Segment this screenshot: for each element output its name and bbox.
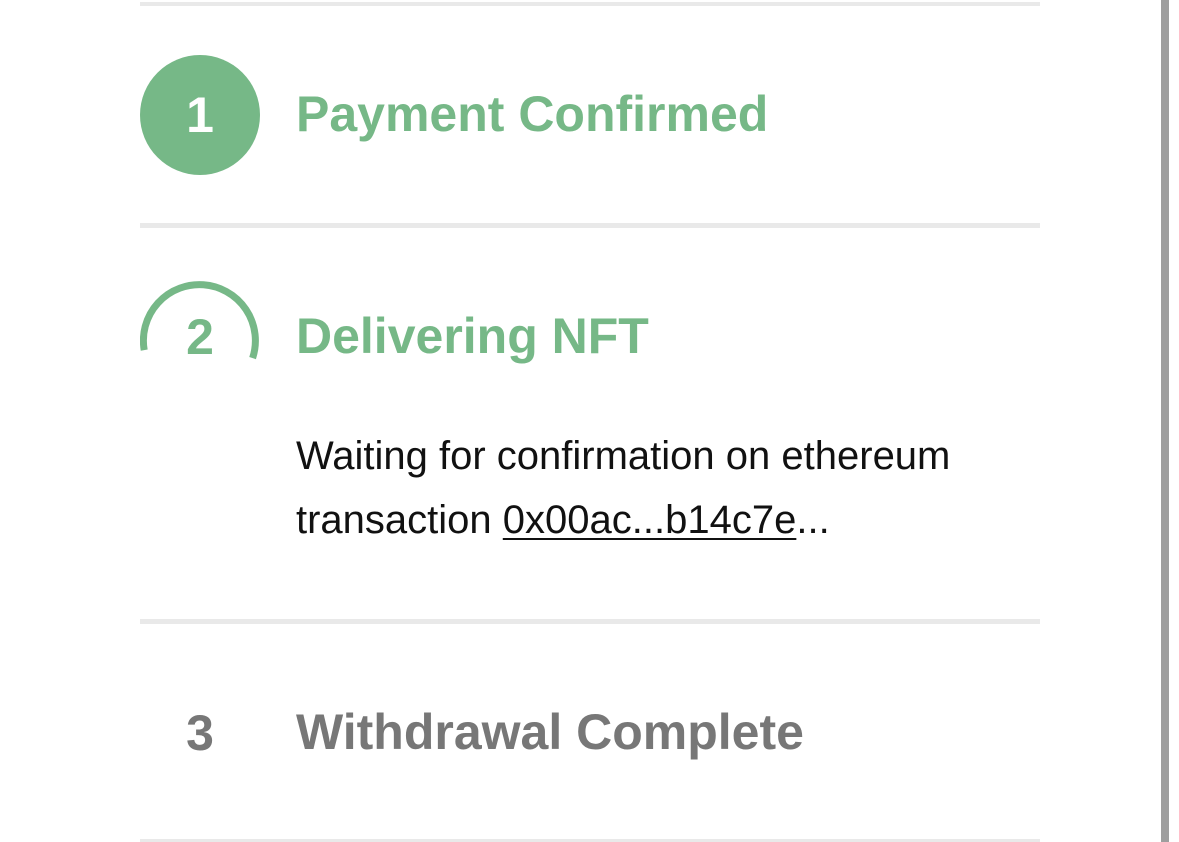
divider [140, 223, 1040, 228]
step-3-marker: 3 [140, 673, 260, 793]
description-line-1: Waiting for confirmation on ethereum [296, 434, 951, 478]
description-prefix: transaction [296, 498, 503, 542]
step-1-complete-icon: 1 [140, 55, 260, 175]
step-1-title: Payment Confirmed [296, 86, 769, 142]
scrollbar[interactable] [1161, 0, 1169, 842]
step-1-number: 1 [186, 87, 214, 143]
step-2-description: Waiting for confirmation on ethereum tra… [296, 424, 1056, 552]
withdrawal-progress-page: 1 Payment Confirmed 2 Delivering NFT Wai… [0, 0, 1179, 842]
description-line-2: transaction 0x00ac...b14c7e... [296, 488, 1056, 552]
divider [140, 2, 1040, 6]
description-suffix: ... [796, 498, 830, 542]
step-3-title: Withdrawal Complete [296, 704, 804, 760]
step-2-marker: 2 [140, 277, 260, 397]
step-2-title: Delivering NFT [296, 308, 649, 364]
transaction-hash-link[interactable]: 0x00ac...b14c7e [503, 498, 797, 542]
step-3-number: 3 [186, 705, 214, 761]
step-2-number: 2 [186, 309, 214, 365]
divider [140, 619, 1040, 624]
